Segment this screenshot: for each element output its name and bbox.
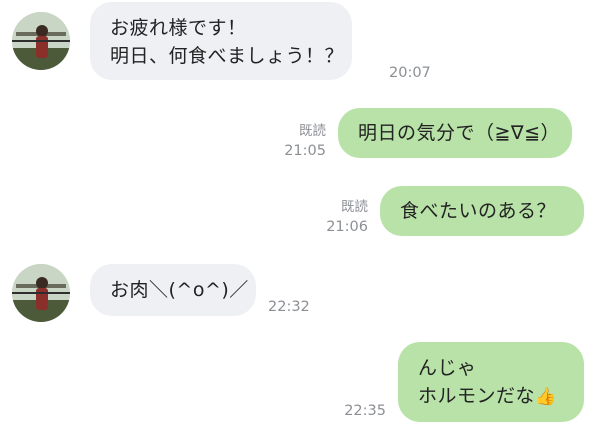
message-time: 20:07 xyxy=(389,65,431,81)
message-bubble-incoming[interactable]: お疲れ様です！ 明日、何食べましょう！？ xyxy=(90,2,352,80)
message-meta: 既読 21:05 xyxy=(270,121,326,161)
message-line: お疲れ様です！ xyxy=(110,17,247,39)
message-time: 22:35 xyxy=(344,403,386,419)
message-meta: 既読 21:06 xyxy=(312,197,368,237)
read-receipt: 既読 xyxy=(341,199,368,215)
message-text: 明日の気分で（≧∇≦） xyxy=(358,122,561,144)
message-bubble-outgoing[interactable]: 食べたいのある？ xyxy=(380,186,584,236)
thumbs-up-icon: 👍 xyxy=(535,387,557,407)
message-bubble-incoming[interactable]: お肉＼(^o^)／ xyxy=(90,264,256,316)
message-time: 21:06 xyxy=(326,219,368,235)
message-time: 22:32 xyxy=(268,299,310,315)
message-bubble-outgoing[interactable]: 明日の気分で（≧∇≦） xyxy=(338,108,572,158)
message-bubble-outgoing[interactable]: んじゃ ホルモンだな👍 xyxy=(398,342,584,422)
message-time: 21:05 xyxy=(284,143,326,159)
contact-avatar[interactable] xyxy=(12,264,70,322)
message-text: お肉＼(^o^)／ xyxy=(110,279,249,301)
message-line: んじゃ xyxy=(418,357,477,379)
message-line: 明日、何食べましょう！？ xyxy=(110,45,345,67)
contact-photo-icon xyxy=(12,12,70,70)
read-receipt: 既読 xyxy=(299,123,326,139)
message-text: ホルモンだな xyxy=(418,385,536,407)
message-line: ホルモンだな👍 xyxy=(418,382,564,411)
contact-photo-icon xyxy=(12,264,70,322)
message-text: 食べたいのある？ xyxy=(400,200,557,222)
contact-avatar[interactable] xyxy=(12,12,70,70)
